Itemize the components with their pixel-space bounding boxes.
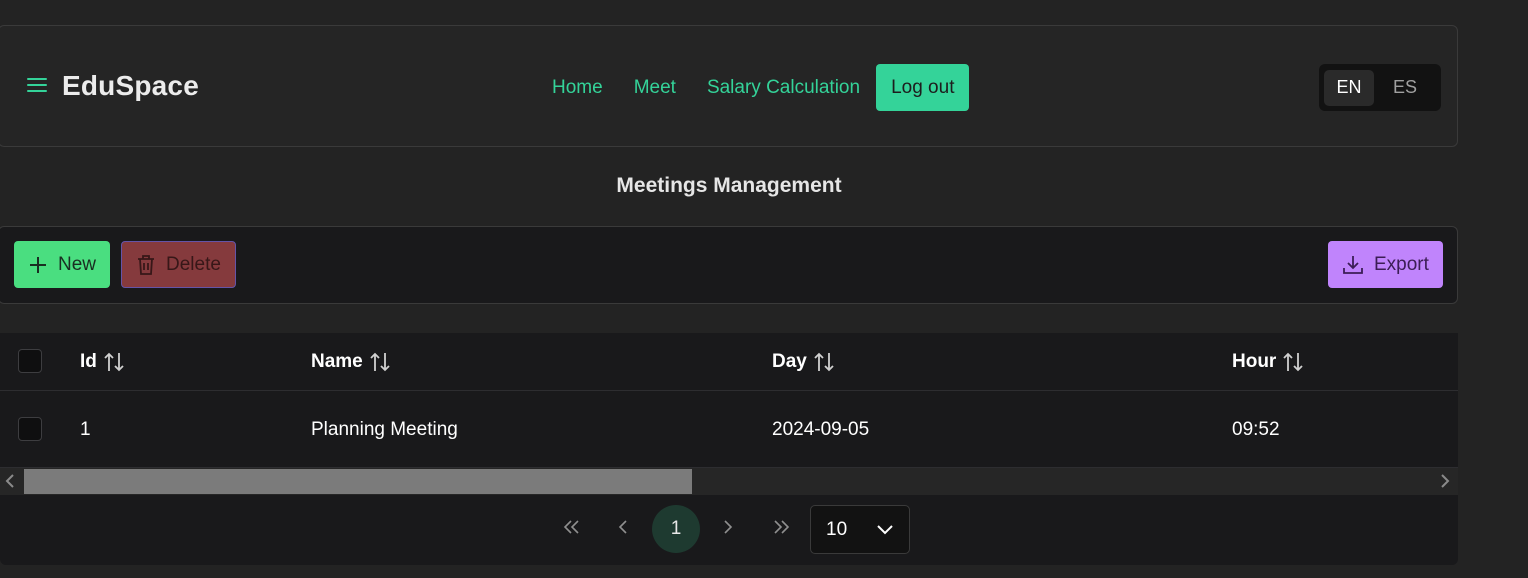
chevron-double-right-icon	[773, 518, 791, 541]
column-header-name[interactable]: Name	[311, 333, 391, 391]
chevron-down-icon	[876, 521, 894, 545]
select-all-checkbox[interactable]	[18, 349, 42, 373]
prev-page-button[interactable]	[608, 505, 638, 553]
chevron-double-left-icon	[562, 518, 580, 541]
table-header: Id Name Day Hour	[0, 333, 1458, 391]
page-title: Meetings Management	[616, 174, 842, 197]
sort-icon[interactable]	[369, 351, 391, 373]
brand-title: EduSpace	[62, 70, 199, 101]
page-button-current[interactable]: 1	[652, 505, 700, 553]
language-es-button[interactable]: ES	[1380, 70, 1430, 106]
cell-id: 1	[80, 418, 91, 440]
nav-meet-link[interactable]: Meet	[634, 65, 676, 111]
toolbar: New Delete Export	[0, 226, 1458, 304]
rows-per-page-select[interactable]: 10	[810, 505, 910, 554]
first-page-button[interactable]	[555, 505, 587, 553]
last-page-button[interactable]	[766, 505, 798, 553]
column-header-label: Day	[772, 351, 807, 372]
sort-icon[interactable]	[1282, 351, 1304, 373]
logout-button[interactable]: Log out	[876, 64, 970, 111]
column-header-day[interactable]: Day	[772, 333, 835, 391]
main-nav: Home Meet Salary Calculation Log out	[552, 64, 970, 111]
column-header-id[interactable]: Id	[80, 333, 125, 391]
row-checkbox[interactable]	[18, 417, 42, 441]
sort-icon[interactable]	[103, 351, 125, 373]
chevron-left-icon	[618, 518, 628, 541]
column-header-label: Hour	[1232, 351, 1277, 372]
column-header-label: Name	[311, 351, 363, 372]
delete-button[interactable]: Delete	[121, 241, 236, 288]
new-button[interactable]: New	[14, 241, 111, 288]
language-en-button[interactable]: EN	[1324, 69, 1374, 106]
horizontal-scrollbar[interactable]	[0, 468, 1458, 495]
trash-icon	[136, 254, 156, 276]
menu-icon[interactable]	[27, 78, 47, 94]
download-icon	[1342, 254, 1364, 276]
delete-button-label: Delete	[166, 253, 221, 275]
export-button[interactable]: Export	[1328, 241, 1443, 288]
next-page-button[interactable]	[713, 505, 743, 553]
cell-hour: 09:52	[1232, 418, 1280, 440]
plus-icon	[28, 255, 48, 275]
new-button-label: New	[58, 253, 97, 275]
sort-icon[interactable]	[813, 351, 835, 373]
nav-salary-calculation-link[interactable]: Salary Calculation	[707, 65, 860, 111]
language-switcher: EN ES	[1319, 64, 1441, 111]
nav-home-link[interactable]: Home	[552, 65, 603, 111]
table-row[interactable]: 1 Planning Meeting 2024-09-05 09:52	[0, 391, 1458, 468]
scroll-left-icon[interactable]	[5, 472, 15, 495]
column-header-hour[interactable]: Hour	[1232, 333, 1304, 391]
chevron-right-icon	[723, 518, 733, 541]
column-header-label: Id	[80, 351, 97, 372]
scroll-right-icon[interactable]	[1440, 472, 1450, 495]
top-bar: EduSpace Home Meet Salary Calculation Lo…	[0, 25, 1458, 147]
scrollbar-thumb[interactable]	[24, 469, 692, 494]
cell-name: Planning Meeting	[311, 418, 458, 440]
rows-per-page-value: 10	[826, 518, 848, 540]
paginator: 1 10	[0, 495, 1458, 565]
cell-day: 2024-09-05	[772, 418, 870, 440]
export-button-label: Export	[1374, 253, 1429, 275]
